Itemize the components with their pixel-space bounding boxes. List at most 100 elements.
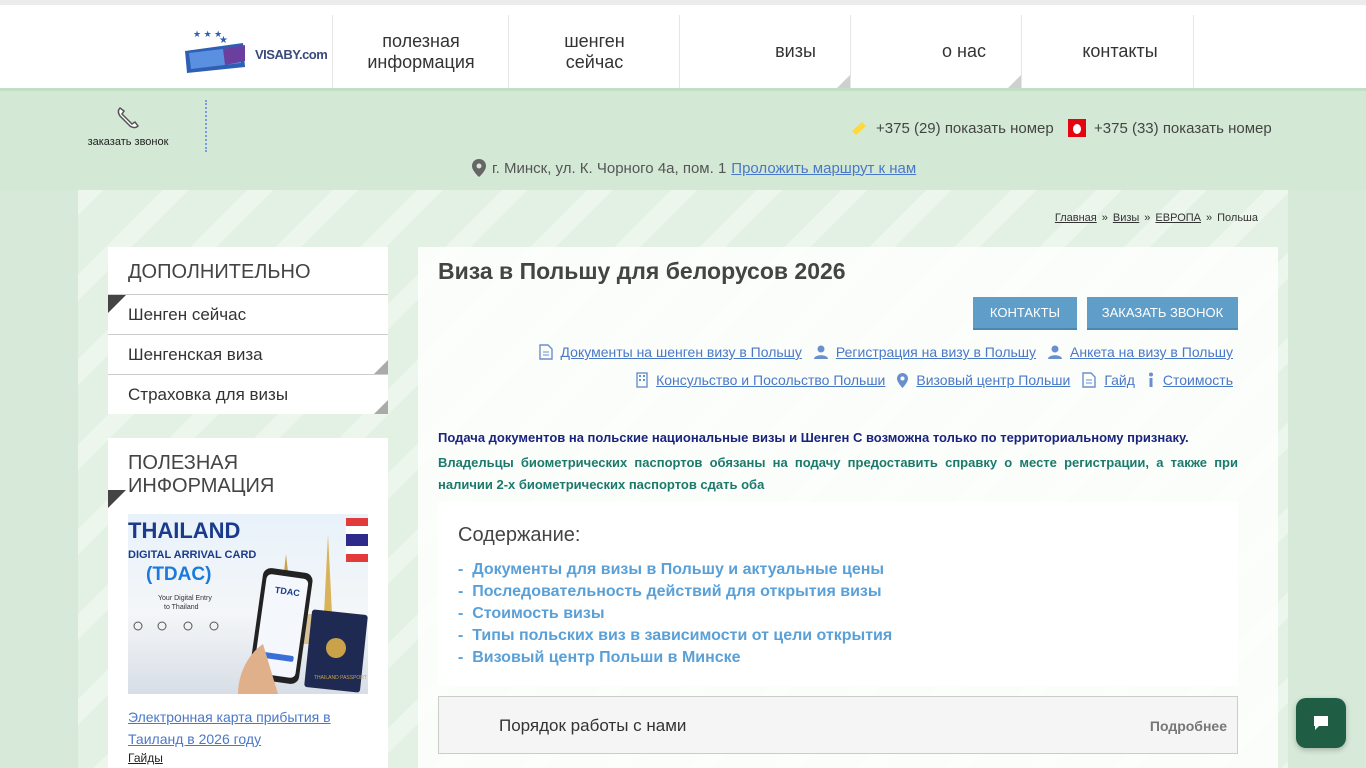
link-label: Стоимость (1162, 372, 1233, 388)
promo-title: THAILAND (128, 518, 240, 543)
order-call-button[interactable]: ЗАКАЗАТЬ ЗВОНОК (1087, 297, 1238, 330)
breadcrumb-visas[interactable]: Визы (1113, 212, 1139, 224)
toc-item-label: Документы для визы в Польшу и актуальные… (472, 561, 885, 578)
link-form[interactable]: Анкета на визу в Польшу (1048, 344, 1233, 360)
work-order-accordion[interactable]: Порядок работы с нами Подробнее (438, 696, 1238, 754)
nav-label: информация (367, 51, 475, 72)
corner-marker (108, 490, 126, 508)
passport-text: THAILAND PASSPORT (314, 675, 367, 681)
nav-contacts[interactable]: контакты (1021, 15, 1194, 88)
phone-handset-icon (117, 107, 139, 129)
toc-item[interactable]: - Последовательность действий для открыт… (458, 581, 892, 603)
link-consulate[interactable]: Консульство и Посольство Польши (636, 372, 885, 388)
toc-item-label: Последовательность действий для открытия… (472, 583, 882, 600)
toc-item-label: Визовый центр Польши в Минске (472, 649, 741, 666)
article-tag[interactable]: Гайды (128, 751, 163, 765)
route-link[interactable]: Проложить маршрут к нам (731, 160, 916, 177)
promo-tagline: Your Digital Entry (158, 595, 212, 602)
phone-number: +375 (33) (1094, 119, 1159, 137)
toc-item[interactable]: - Стоимость визы (458, 603, 892, 625)
nav-schengen-now[interactable]: шенген сейчас (508, 15, 680, 88)
link-label: Консульство и Посольство Польши (656, 372, 886, 388)
link-label: Гайд (1104, 372, 1135, 388)
breadcrumb-europe[interactable]: ЕВРОПА (1155, 212, 1201, 224)
nav-label: полезная (382, 30, 460, 51)
quick-links-row-1: Документы на шенген визу в Польшу Регист… (527, 344, 1233, 360)
nav-label: сейчас (565, 51, 624, 72)
toc-list: - Документы для визы в Польшу и актуальн… (458, 559, 892, 669)
sidebar-item-insurance[interactable]: Страховка для визы (108, 375, 388, 414)
nav-label: контакты (1082, 41, 1158, 61)
nav-label: визы (775, 41, 816, 61)
promo-icons-row (133, 621, 219, 631)
toc-item[interactable]: - Документы для визы в Польшу и актуальн… (458, 559, 892, 581)
map-pin-icon (897, 372, 909, 388)
article-link-tdac[interactable]: Электронная карта прибытия в Таиланд в 2… (128, 706, 368, 750)
table-of-contents: Содержание: - Документы для визы в Польш… (438, 502, 1238, 686)
address-text: г. Минск, ул. К. Чорного 4а, пом. 1 (492, 159, 727, 177)
svg-text:★: ★ (219, 35, 228, 46)
site-logo[interactable]: ★ ★ ★ ★ VISABY.com (183, 27, 328, 82)
map-pin-icon (472, 159, 486, 177)
nav-about[interactable]: о нас (850, 15, 1022, 88)
address: г. Минск, ул. К. Чорного 4а, пом. 1 Прол… (472, 159, 916, 177)
toc-title: Содержание: (458, 524, 581, 546)
corner-marker (374, 400, 388, 414)
sidebar-item-label: Шенген сейчас (128, 304, 247, 324)
promo-tagline: to Thailand (164, 604, 199, 611)
phone-mts[interactable]: +375 (33) показать номер (1068, 119, 1272, 137)
link-label: Анкета на визу в Польшу (1070, 344, 1233, 360)
link-documents[interactable]: Документы на шенген визу в Польшу (538, 344, 802, 360)
sidebar-extra-title: ДОПОЛНИТЕЛЬНО (108, 247, 388, 295)
breadcrumb-sep: » (1144, 212, 1151, 224)
sidebar-item-label: Шенгенская виза (128, 344, 263, 364)
life-operator-icon (852, 122, 866, 135)
building-icon (636, 372, 648, 388)
more-link[interactable]: Подробнее (1150, 718, 1227, 734)
promo-image-tdac[interactable]: THAILAND DIGITAL ARRIVAL CARD (TDAC) You… (128, 514, 368, 694)
breadcrumb: Главная » Визы » ЕВРОПА » Польша (1055, 212, 1258, 224)
corner-marker (108, 295, 126, 313)
phone-number: +375 (29) (876, 119, 941, 137)
document-icon (538, 344, 553, 360)
promo-tdac: (TDAC) (146, 564, 211, 585)
toc-item[interactable]: - Визовый центр Польши в Минске (458, 647, 892, 669)
show-number-link[interactable]: показать номер (1163, 120, 1272, 137)
sidebar-item-schengen-now[interactable]: Шенген сейчас (108, 295, 388, 335)
phone-life[interactable]: +375 (29) показать номер (850, 119, 1054, 137)
corner-marker (374, 360, 388, 374)
link-registration[interactable]: Регистрация на визу в Польшу (813, 344, 1037, 360)
link-label: Визовый центр Польши (916, 372, 1071, 388)
sidebar-item-schengen-visa[interactable]: Шенгенская виза (108, 335, 388, 375)
accordion-title: Порядок работы с нами (499, 716, 687, 735)
notice-territorial: Подача документов на польские национальн… (438, 430, 1189, 445)
promo-subtitle: DIGITAL ARRIVAL CARD (128, 549, 256, 561)
toc-item[interactable]: - Типы польских виз в зависимости от цел… (458, 625, 892, 647)
logo-icon: ★ ★ ★ ★ (185, 29, 245, 73)
mts-operator-icon (1068, 119, 1086, 137)
toc-item-label: Типы польских виз в зависимости от цели … (472, 627, 893, 644)
link-label: Документы на шенген визу в Польшу (560, 344, 802, 360)
callback-label: заказать звонок (87, 136, 169, 148)
page-title: Виза в Польшу для белорусов 2026 (438, 258, 846, 284)
svg-text:★ ★ ★: ★ ★ ★ (193, 29, 222, 39)
user-icon (1048, 345, 1063, 359)
breadcrumb-sep: » (1206, 212, 1213, 224)
notice-biometric: Владельцы биометрических паспортов обяза… (438, 455, 1238, 492)
link-guide[interactable]: Гайд (1082, 372, 1135, 388)
nav-visas[interactable]: визы (679, 15, 851, 88)
link-label: Регистрация на визу в Польшу (835, 344, 1037, 360)
contacts-button[interactable]: КОНТАКТЫ (973, 297, 1077, 330)
nav-label: о нас (942, 41, 986, 61)
breadcrumb-home[interactable]: Главная (1055, 212, 1097, 224)
info-icon (1148, 372, 1153, 387)
callback-link[interactable]: заказать звонок (86, 104, 170, 148)
nav-label: шенген (564, 30, 625, 51)
link-visa-center[interactable]: Визовый центр Польши (897, 372, 1070, 388)
nav-corner (837, 74, 851, 88)
chat-widget-button[interactable] (1296, 698, 1346, 748)
link-cost[interactable]: Стоимость (1147, 372, 1233, 388)
nav-useful-info[interactable]: полезная информация (332, 15, 509, 88)
logo-text: VISABY.com (255, 47, 328, 62)
show-number-link[interactable]: показать номер (945, 120, 1054, 137)
